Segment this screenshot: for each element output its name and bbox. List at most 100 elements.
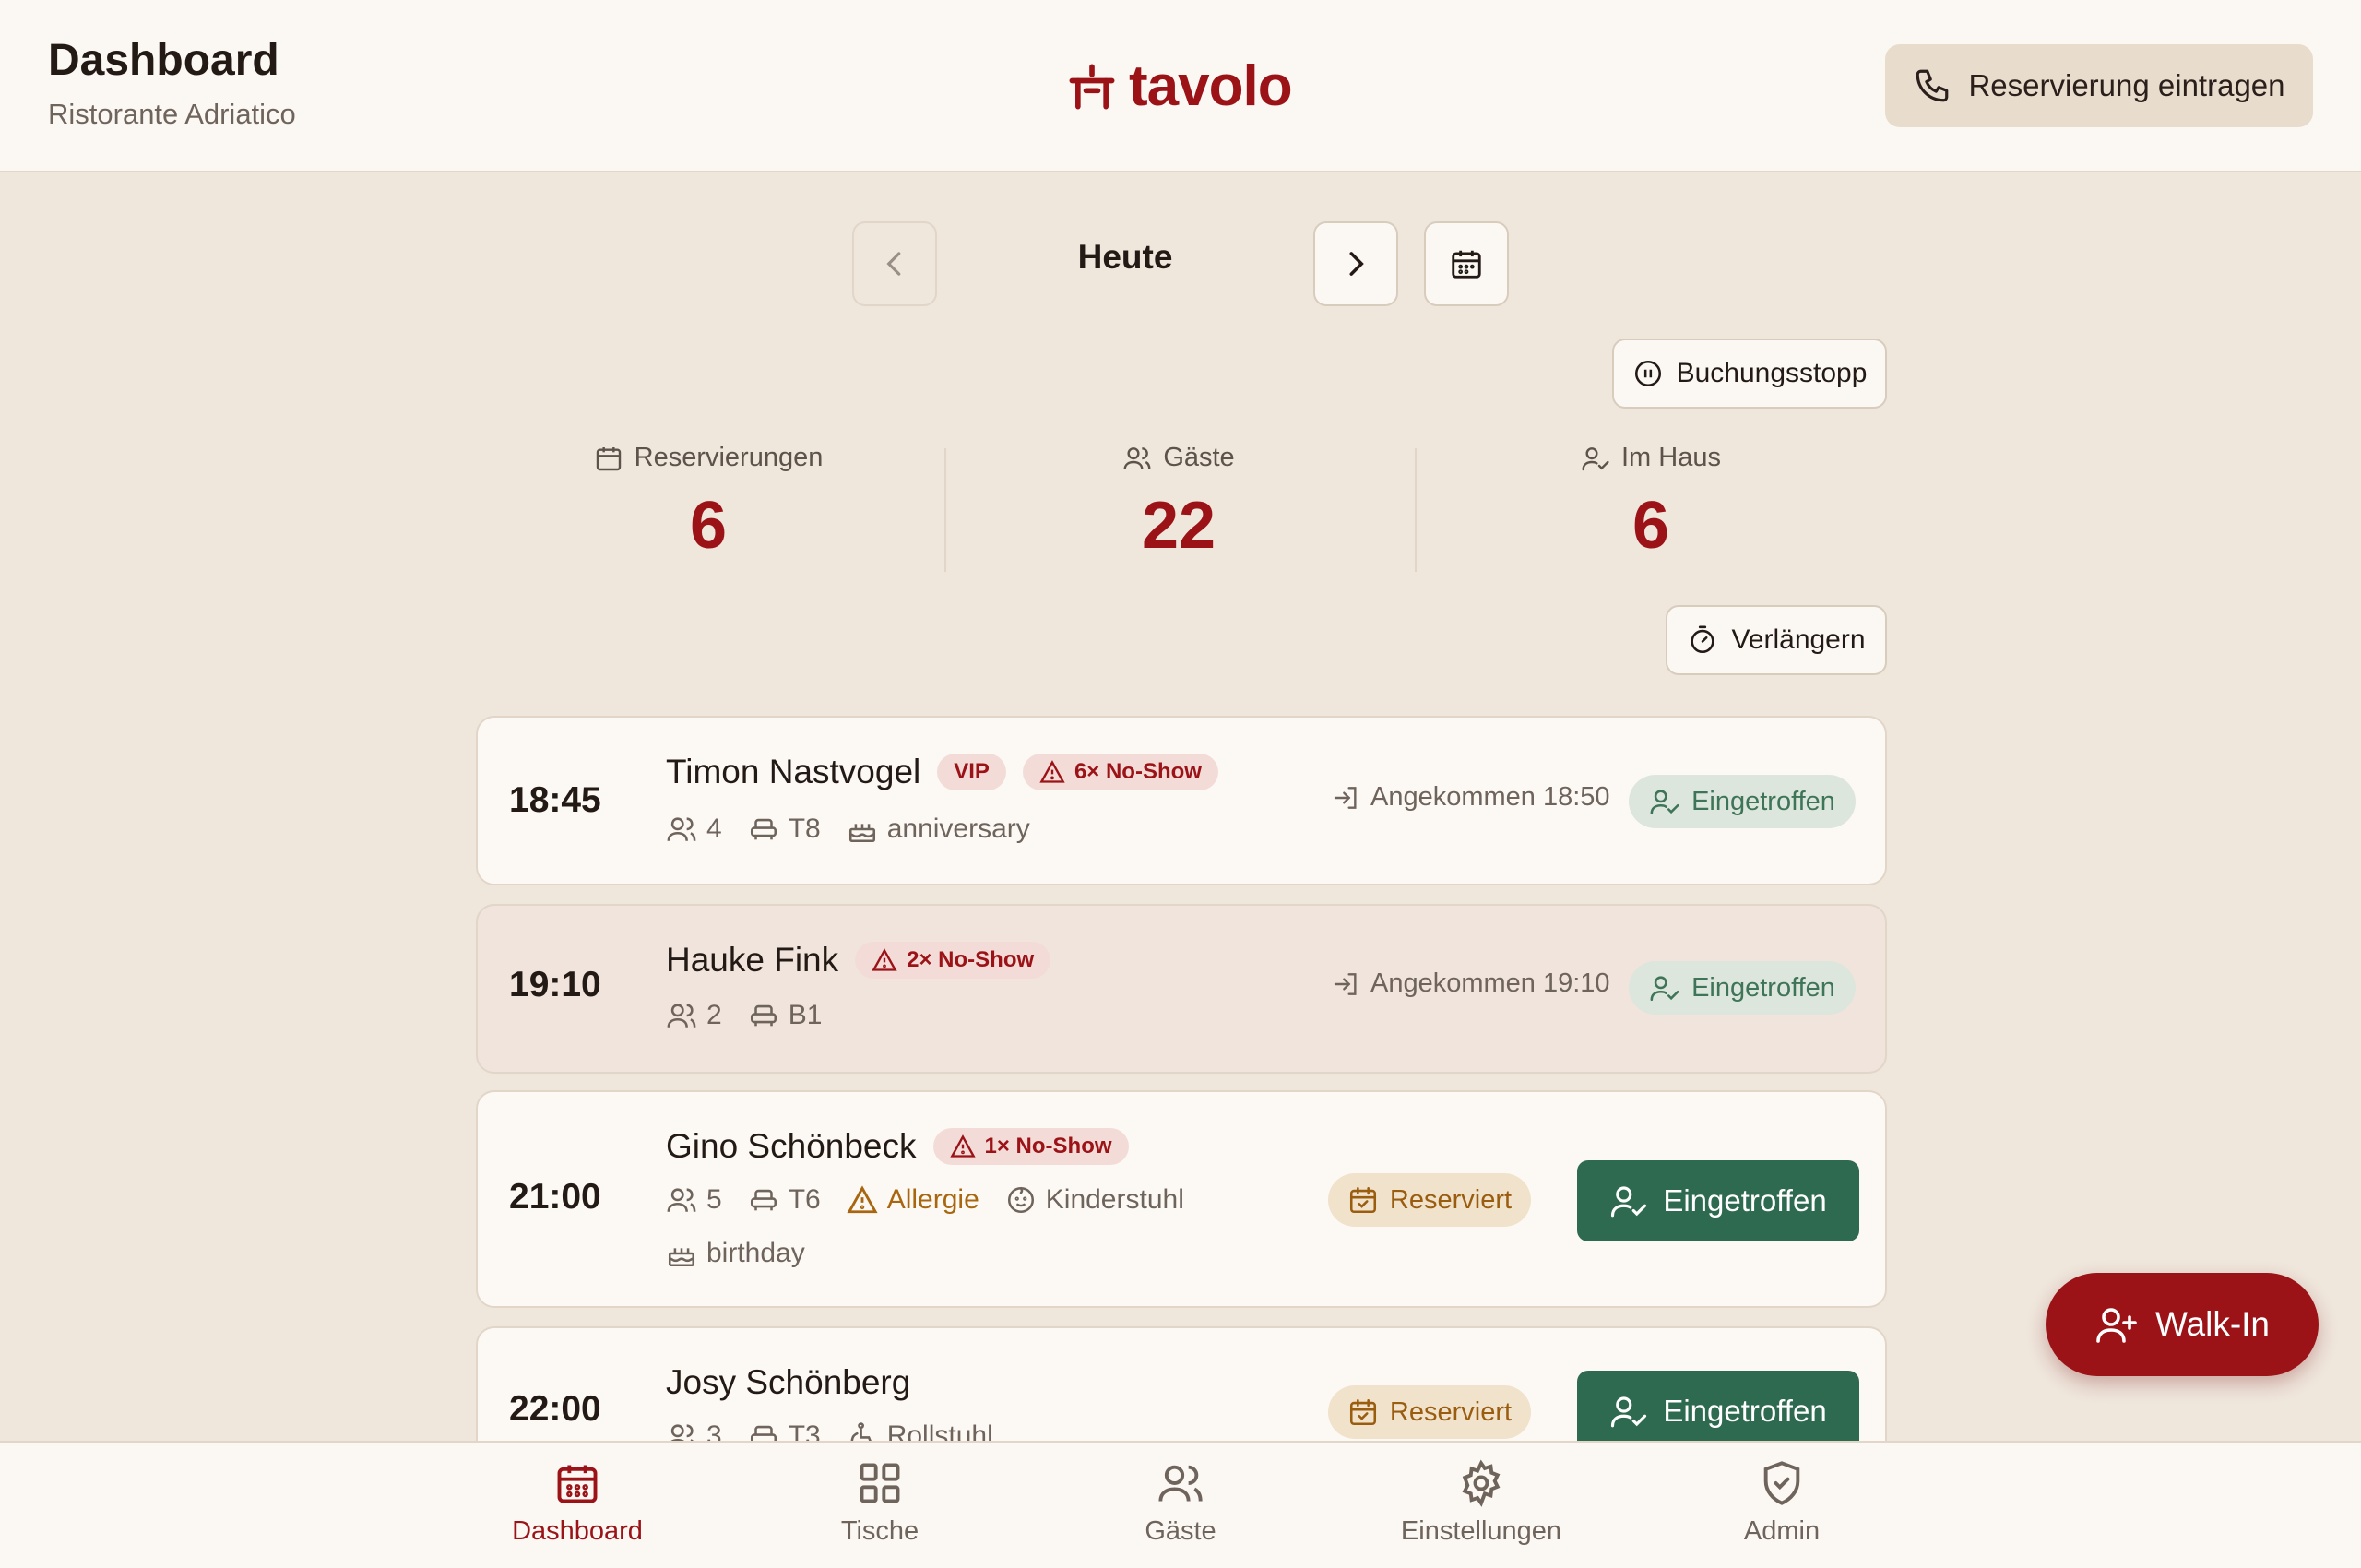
arrival-info: Angekommen 19:10: [1332, 968, 1610, 999]
stat-value: 6: [689, 489, 728, 563]
stat-guests: Gäste 22: [994, 443, 1363, 564]
extend-button[interactable]: Verlängern: [1666, 605, 1887, 675]
occasion-value: anniversary: [886, 814, 1030, 844]
status-label: Reserviert: [1389, 1184, 1513, 1215]
nav-item-dashboard[interactable]: Dashboard: [439, 1459, 716, 1547]
grid-icon: [860, 1463, 900, 1503]
app-logo: tavolo: [1068, 53, 1293, 119]
no-show-label: 2× No-Show: [907, 947, 1035, 972]
page-title: Dashboard: [48, 36, 279, 85]
baby-icon: [1007, 1186, 1034, 1214]
user-check-icon: [1611, 1186, 1647, 1218]
calendar-icon: [557, 1465, 598, 1503]
party-size-value: 2: [706, 1000, 722, 1030]
log-in-icon: [1334, 972, 1357, 995]
timer-icon: [1691, 625, 1715, 654]
calendar-icon: [1452, 250, 1481, 279]
stat-divider: [944, 448, 946, 572]
highchair-label: Kinderstuhl: [1045, 1184, 1184, 1215]
no-show-label: 6× No-Show: [1074, 759, 1202, 784]
next-day-button[interactable]: [1313, 221, 1398, 306]
table-assignment: T8: [748, 814, 821, 845]
warning-icon: [949, 1134, 976, 1158]
check-in-button[interactable]: Eingetroffen: [1577, 1371, 1859, 1441]
users-icon: [667, 1004, 696, 1028]
cake-icon: [848, 824, 875, 843]
reservation-card[interactable]: 18:45 Timon Nastvogel VIP 6× No-Show 4 T…: [476, 716, 1887, 885]
nav-label: Dashboard: [512, 1516, 643, 1546]
table-value: B1: [788, 1000, 823, 1030]
no-show-badge: 6× No-Show: [1022, 754, 1218, 790]
status-label: Reserviert: [1389, 1396, 1513, 1427]
nav-item-tables[interactable]: Tische: [742, 1459, 1018, 1547]
no-show-badge: 1× No-Show: [932, 1128, 1129, 1165]
check-in-label: Eingetroffen: [1663, 1183, 1827, 1218]
status-label: Eingetroffen: [1691, 786, 1835, 816]
current-date-label: Heute: [1077, 238, 1173, 276]
cake-icon: [668, 1248, 695, 1267]
occasion: birthday: [666, 1238, 805, 1269]
date-picker-button[interactable]: [1424, 221, 1509, 306]
walk-in-button[interactable]: Walk-In: [2046, 1273, 2319, 1376]
guest-name: Gino Schönbeck: [666, 1127, 917, 1165]
users-icon: [667, 817, 696, 841]
check-in-label: Eingetroffen: [1663, 1394, 1827, 1428]
reservation-card[interactable]: 22:00 Josy Schönberg 3 T3 Rollstuhl Rese…: [476, 1326, 1887, 1441]
occasion-value: birthday: [706, 1238, 805, 1268]
seat-icon: [750, 1189, 777, 1211]
stat-divider: [1415, 448, 1417, 572]
stat-in-house: Im Haus 6: [1466, 443, 1835, 564]
nav-item-settings[interactable]: Einstellungen: [1343, 1459, 1619, 1547]
warning-icon: [847, 1185, 878, 1214]
reservation-time: 19:10: [509, 965, 601, 1004]
log-in-icon: [1334, 786, 1357, 809]
table-value: T6: [788, 1184, 821, 1215]
nav-item-admin[interactable]: Admin: [1643, 1459, 1920, 1547]
vip-badge: VIP: [937, 754, 1006, 790]
status-label: Eingetroffen: [1691, 972, 1835, 1003]
table-assignment: B1: [748, 1000, 823, 1031]
users-icon: [670, 1424, 694, 1441]
guest-name-row: Josy Schönberg: [666, 1363, 910, 1402]
wheelchair-label: Rollstuhl: [886, 1420, 993, 1441]
status-badge: Eingetroffen: [1629, 775, 1856, 828]
arrival-time: Angekommen 19:10: [1370, 968, 1610, 998]
nav-label: Admin: [1743, 1516, 1821, 1546]
logo-text: tavolo: [1129, 54, 1293, 118]
party-size-value: 3: [706, 1420, 722, 1441]
user-check-icon: [1611, 1396, 1647, 1428]
table-logo-icon: [1069, 64, 1115, 109]
guest-name-row: Hauke Fink 2× No-Show: [666, 941, 1051, 980]
allergy-note: Allergie: [847, 1184, 979, 1216]
seat-icon: [750, 818, 777, 840]
party-size: 2: [666, 1000, 722, 1031]
reservation-list: 18:45 Timon Nastvogel VIP 6× No-Show 4 T…: [476, 716, 1887, 1441]
occasion: anniversary: [847, 814, 1030, 845]
chevron-right-icon: [1349, 252, 1364, 276]
top-bar: Dashboard Ristorante Adriatico tavolo Re…: [0, 0, 2361, 172]
warning-icon: [872, 948, 897, 971]
party-size: 3: [666, 1420, 722, 1441]
no-show-label: 1× No-Show: [984, 1134, 1112, 1158]
add-reservation-button[interactable]: Reservierung eintragen: [1885, 44, 2313, 127]
stat-label: Im Haus: [1621, 443, 1721, 472]
phone-icon: [1916, 69, 1949, 102]
reservation-time: 21:00: [509, 1177, 601, 1217]
table-value: T8: [788, 814, 821, 844]
guest-name-row: Timon Nastvogel VIP 6× No-Show: [666, 753, 1218, 791]
check-in-button[interactable]: Eingetroffen: [1577, 1160, 1859, 1241]
reservation-meta: 3 T3 Rollstuhl: [666, 1420, 993, 1441]
reservation-card[interactable]: 19:10 Hauke Fink 2× No-Show 2 B1 Angekom…: [476, 904, 1887, 1074]
previous-day-button[interactable]: [852, 221, 937, 306]
booking-stop-label: Buchungsstopp: [1676, 358, 1868, 388]
users-icon: [1123, 446, 1151, 469]
reservation-card[interactable]: 21:00 Gino Schönbeck 1× No-Show 5 T6 All…: [476, 1090, 1887, 1308]
booking-stop-button[interactable]: Buchungsstopp: [1612, 339, 1887, 409]
status-badge: Eingetroffen: [1629, 961, 1856, 1015]
stat-label: Reservierungen: [634, 443, 824, 472]
nav-label: Tische: [840, 1516, 919, 1546]
user-check-icon: [1650, 790, 1679, 815]
nav-item-guests[interactable]: Gäste: [1042, 1459, 1319, 1547]
reservation-meta: 5 T6 Allergie Kinderstuhl: [666, 1184, 1184, 1216]
calendar-check-icon: [1349, 1186, 1376, 1214]
